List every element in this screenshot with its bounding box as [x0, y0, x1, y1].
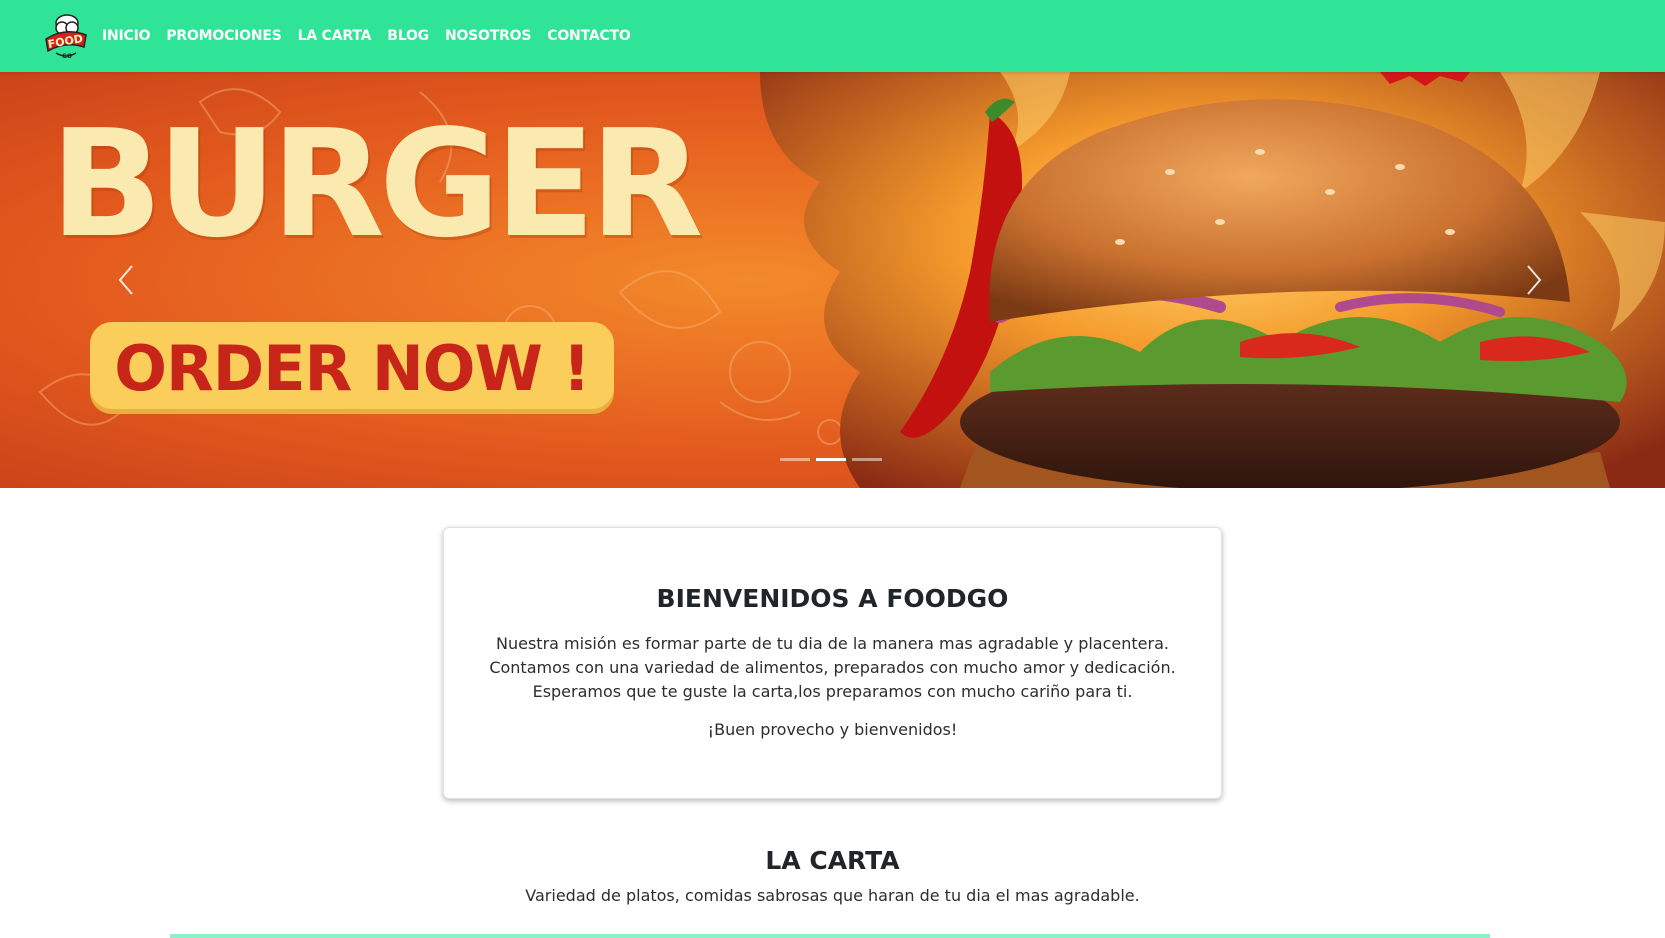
chevron-left-icon — [118, 265, 133, 295]
carousel-prev-button[interactable] — [112, 260, 138, 300]
carta-title: LA CARTA — [765, 846, 900, 875]
welcome-line: Esperamos que te guste la carta,los prep… — [532, 682, 1133, 701]
carta-subtitle: Variedad de platos, comidas sabrosas que… — [525, 886, 1140, 905]
hero-carousel: BURGER ORDER NOW ! — [0, 72, 1665, 488]
hero-title: BURGER — [50, 98, 703, 270]
chevron-right-icon — [1527, 265, 1542, 295]
welcome-title: BIENVENIDOS A FOODGO — [656, 584, 1009, 613]
foodgo-logo[interactable]: FOOD GO — [40, 11, 90, 61]
order-now-label: ORDER NOW ! — [114, 331, 590, 405]
welcome-line: Contamos con una variedad de alimentos, … — [489, 658, 1176, 677]
nav-link-la-carta[interactable]: LA CARTA — [298, 28, 372, 44]
welcome-line: Nuestra misión es formar parte de tu dia… — [496, 634, 1169, 653]
welcome-text: Nuestra misión es formar parte de tu dia… — [444, 632, 1221, 704]
carousel-indicator[interactable] — [780, 458, 810, 461]
carta-section-edge — [170, 934, 1490, 938]
svg-text:GO: GO — [62, 53, 72, 60]
nav-link-inicio[interactable]: INICIO — [102, 28, 151, 44]
carousel-indicator-active[interactable] — [816, 458, 846, 461]
carousel-indicator[interactable] — [852, 458, 882, 461]
nav-link-blog[interactable]: BLOG — [387, 28, 429, 44]
carousel-next-button[interactable] — [1522, 260, 1548, 300]
carousel-indicators — [780, 458, 882, 461]
order-now-button[interactable]: ORDER NOW ! — [90, 322, 614, 414]
nav-link-contacto[interactable]: CONTACTO — [547, 28, 631, 44]
welcome-closing: ¡Buen provecho y bienvenidos! — [707, 720, 958, 739]
nav-link-promociones[interactable]: PROMOCIONES — [166, 28, 282, 44]
navbar: FOOD GO INICIO PROMOCIONES LA CARTA BLOG… — [0, 0, 1665, 72]
nav-links: INICIO PROMOCIONES LA CARTA BLOG NOSOTRO… — [102, 28, 647, 44]
welcome-card: BIENVENIDOS A FOODGO Nuestra misión es f… — [443, 527, 1222, 799]
nav-link-nosotros[interactable]: NOSOTROS — [445, 28, 532, 44]
